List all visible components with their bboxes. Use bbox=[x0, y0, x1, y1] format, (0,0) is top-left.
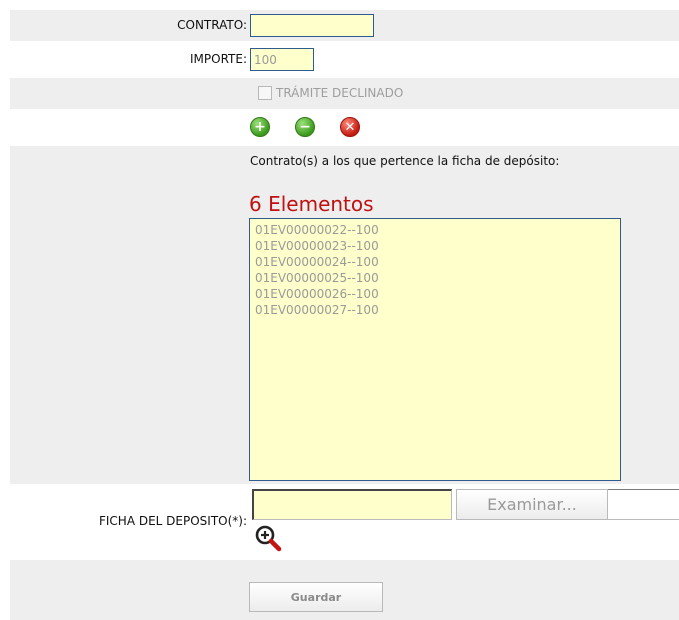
tramite-declinado-checkbox[interactable]: TRÁMITE DECLINADO bbox=[258, 86, 403, 100]
save-button[interactable]: Guardar bbox=[249, 582, 383, 612]
deposit-form: CONTRATO: IMPORTE: TRÁMITE DECLINADO + −… bbox=[0, 0, 679, 620]
contrato-label: CONTRATO: bbox=[177, 18, 247, 32]
ficha-row: FICHA DEL DEPOSITO(*): Examinar... bbox=[10, 487, 679, 557]
importe-input[interactable] bbox=[250, 48, 314, 71]
list-item[interactable]: 01EV00000026--100 bbox=[255, 286, 615, 302]
save-row: Guardar bbox=[10, 560, 679, 620]
remove-icon[interactable]: − bbox=[295, 117, 315, 137]
add-icon[interactable]: + bbox=[250, 117, 270, 137]
ficha-file-input[interactable] bbox=[252, 489, 452, 520]
importe-row: IMPORTE: bbox=[10, 44, 679, 75]
list-item[interactable]: 01EV00000023--100 bbox=[255, 238, 615, 254]
ficha-label: FICHA DEL DEPOSITO(*): bbox=[98, 514, 247, 528]
examinar-button[interactable]: Examinar... bbox=[456, 489, 608, 520]
zoom-in-icon[interactable] bbox=[254, 524, 282, 552]
tramite-row: TRÁMITE DECLINADO bbox=[10, 78, 679, 109]
contracts-row: Contrato(s) a los que pertence la ficha … bbox=[10, 146, 679, 484]
contracts-caption: Contrato(s) a los que pertence la ficha … bbox=[250, 154, 560, 168]
clear-icon[interactable]: ✕ bbox=[340, 117, 360, 137]
list-item[interactable]: 01EV00000027--100 bbox=[255, 302, 615, 318]
list-item[interactable]: 01EV00000022--100 bbox=[255, 222, 615, 238]
checkbox-box[interactable] bbox=[258, 86, 272, 100]
contracts-listbox[interactable]: 01EV00000022--100 01EV00000023--100 01EV00… bbox=[249, 218, 621, 481]
importe-label: IMPORTE: bbox=[190, 52, 247, 66]
contrato-row: CONTRATO: bbox=[10, 10, 679, 41]
file-path-display bbox=[608, 489, 679, 520]
list-item[interactable]: 01EV00000025--100 bbox=[255, 270, 615, 286]
actions-row: + − ✕ bbox=[10, 112, 679, 143]
contracts-count: 6 Elementos bbox=[249, 192, 374, 216]
contrato-input[interactable] bbox=[250, 14, 374, 37]
list-item[interactable]: 01EV00000024--100 bbox=[255, 254, 615, 270]
tramite-declinado-label: TRÁMITE DECLINADO bbox=[276, 86, 404, 100]
